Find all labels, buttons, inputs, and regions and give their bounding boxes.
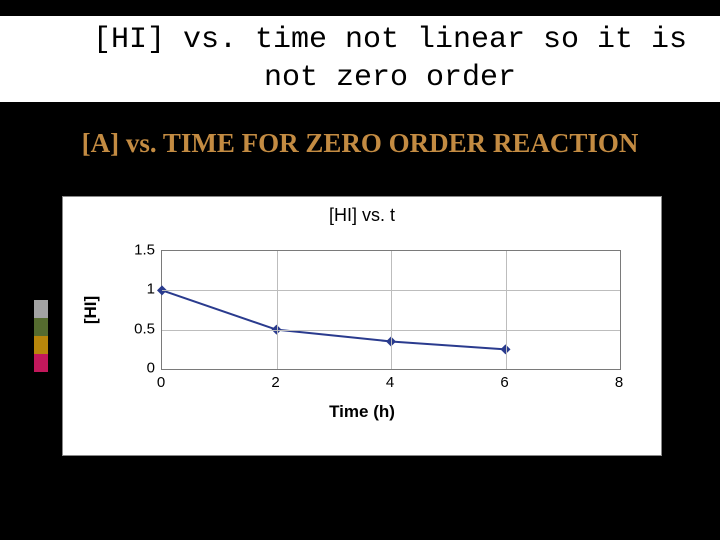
y-tick-label: 1: [115, 281, 155, 298]
x-tick-label: 2: [261, 374, 291, 391]
y-axis-label: [HI]: [81, 296, 101, 324]
grid-line-v: [277, 251, 278, 369]
grid-line-v: [506, 251, 507, 369]
slide-title: [HI] vs. time not linear so it is not ze…: [90, 22, 690, 97]
slide: [HI] vs. time not linear so it is not ze…: [0, 0, 720, 540]
plot-area: [161, 250, 621, 370]
x-tick-label: 0: [146, 374, 176, 391]
side-accent: [34, 300, 48, 372]
chart-container: [HI] vs. t [HI] Time (h) 00.511.502468: [62, 196, 662, 456]
y-tick-label: 1.5: [115, 242, 155, 259]
series-line: [162, 290, 506, 349]
title-line-1: [HI] vs. time not linear so it is: [93, 23, 687, 57]
x-tick-label: 8: [604, 374, 634, 391]
title-line-2: not zero order: [264, 61, 516, 95]
x-tick-label: 4: [375, 374, 405, 391]
grid-line-v: [391, 251, 392, 369]
x-tick-label: 6: [490, 374, 520, 391]
x-axis-label: Time (h): [63, 402, 661, 422]
slide-subtitle: [A] vs. TIME FOR ZERO ORDER REACTION: [0, 128, 720, 159]
plot-wrap: [HI] Time (h) 00.511.502468: [63, 230, 661, 440]
y-tick-label: 0.5: [115, 320, 155, 337]
chart-title: [HI] vs. t: [63, 205, 661, 226]
